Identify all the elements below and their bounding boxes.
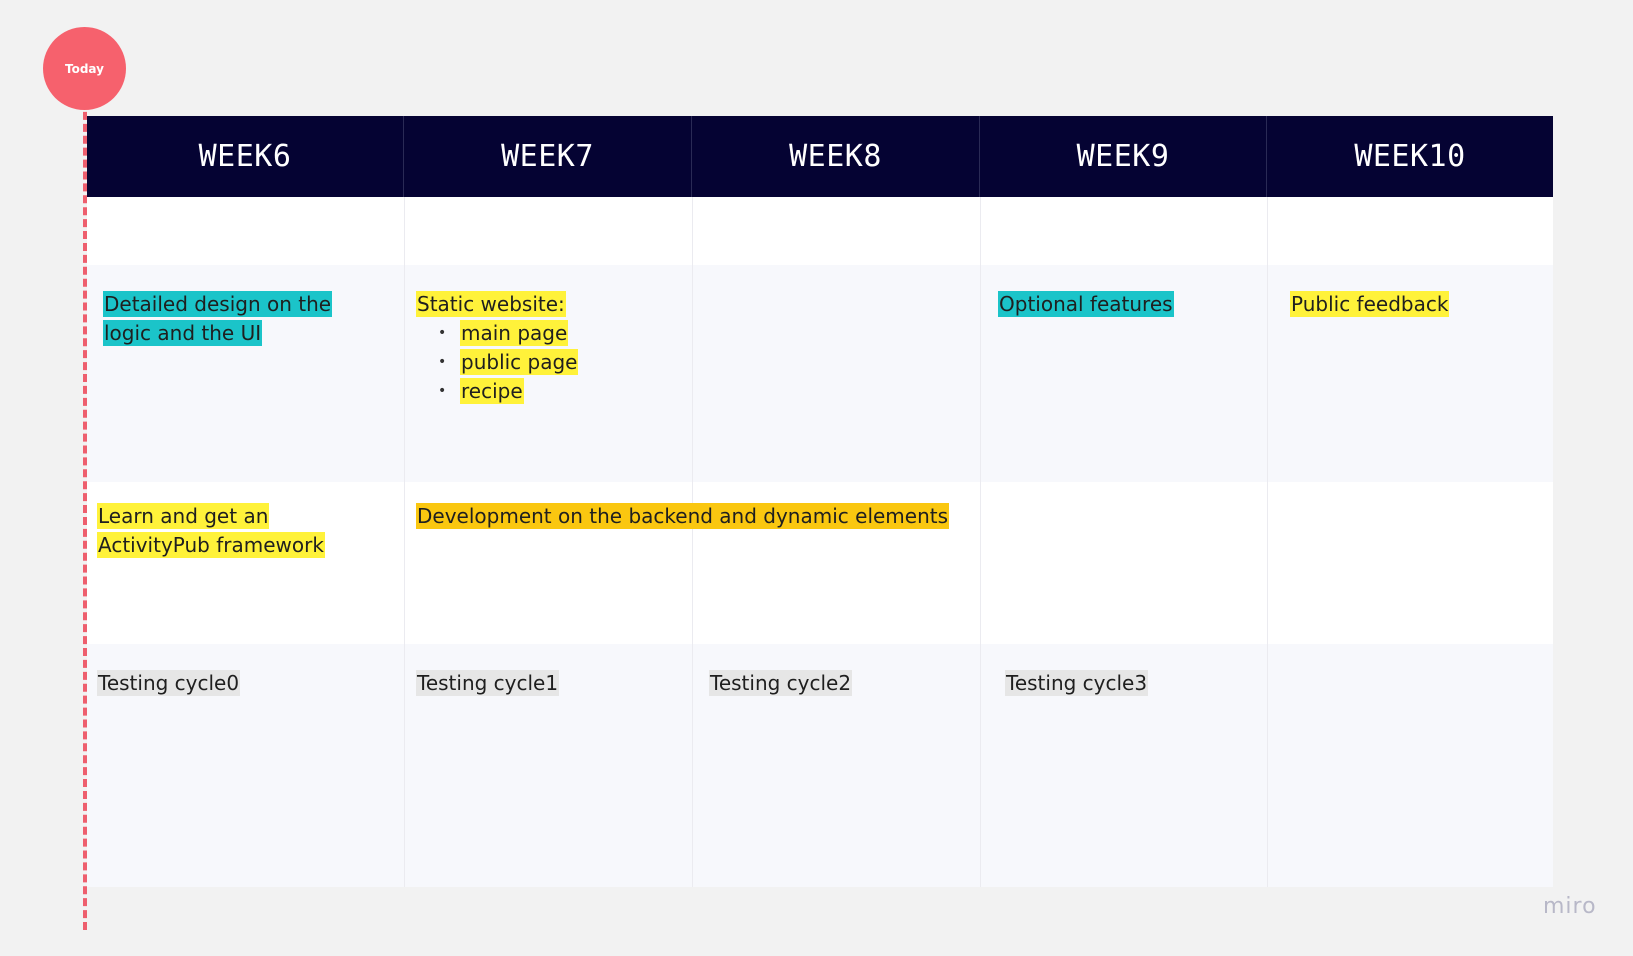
task-text: Public feedback bbox=[1290, 291, 1450, 317]
task-list: main page public page recipe bbox=[416, 319, 676, 406]
list-item: public page bbox=[438, 348, 676, 377]
task-card-optional[interactable]: Optional features bbox=[998, 290, 1248, 319]
task-text: Detailed design on the logic and the UI bbox=[103, 291, 333, 346]
task-text: Optional features bbox=[998, 291, 1174, 317]
column-divider bbox=[692, 197, 693, 887]
task-card-design[interactable]: Detailed design on the logic and the UI bbox=[103, 290, 373, 348]
column-divider bbox=[980, 197, 981, 887]
week-header[interactable]: WEEK7 bbox=[404, 116, 692, 197]
list-item: main page bbox=[438, 319, 676, 348]
column-divider bbox=[1267, 197, 1268, 887]
column-divider bbox=[404, 197, 405, 887]
task-card-testing[interactable]: Testing cycle2 bbox=[709, 669, 959, 698]
task-text: Testing cycle3 bbox=[1005, 670, 1149, 696]
task-card-testing[interactable]: Testing cycle1 bbox=[416, 669, 666, 698]
week-header[interactable]: WEEK9 bbox=[980, 116, 1267, 197]
task-title: Static website: bbox=[416, 291, 566, 317]
task-text: Testing cycle0 bbox=[97, 670, 241, 696]
timeline-board: WEEK6 WEEK7 WEEK8 WEEK9 WEEK10 Detailed … bbox=[87, 116, 1553, 887]
task-card-backend[interactable]: Development on the backend and dynamic e… bbox=[416, 502, 956, 531]
task-card-feedback[interactable]: Public feedback bbox=[1290, 290, 1540, 319]
blank-row bbox=[87, 197, 1553, 265]
week-header[interactable]: WEEK8 bbox=[692, 116, 980, 197]
task-text: Testing cycle2 bbox=[709, 670, 853, 696]
week-header[interactable]: WEEK10 bbox=[1267, 116, 1553, 197]
miro-logo: miro bbox=[1543, 894, 1597, 919]
task-card-static-website[interactable]: Static website: main page public page re… bbox=[416, 290, 676, 406]
task-card-activitypub[interactable]: Learn and get an ActivityPub framework bbox=[97, 502, 372, 560]
list-item: recipe bbox=[438, 377, 676, 406]
task-text: Learn and get an ActivityPub framework bbox=[97, 503, 325, 558]
task-text: Development on the backend and dynamic e… bbox=[416, 503, 950, 529]
task-card-testing[interactable]: Testing cycle3 bbox=[1005, 669, 1255, 698]
today-marker[interactable]: Today bbox=[43, 27, 126, 110]
task-card-testing[interactable]: Testing cycle0 bbox=[97, 669, 347, 698]
today-line[interactable] bbox=[83, 100, 87, 930]
week-header[interactable]: WEEK6 bbox=[87, 116, 404, 197]
task-text: Testing cycle1 bbox=[416, 670, 560, 696]
